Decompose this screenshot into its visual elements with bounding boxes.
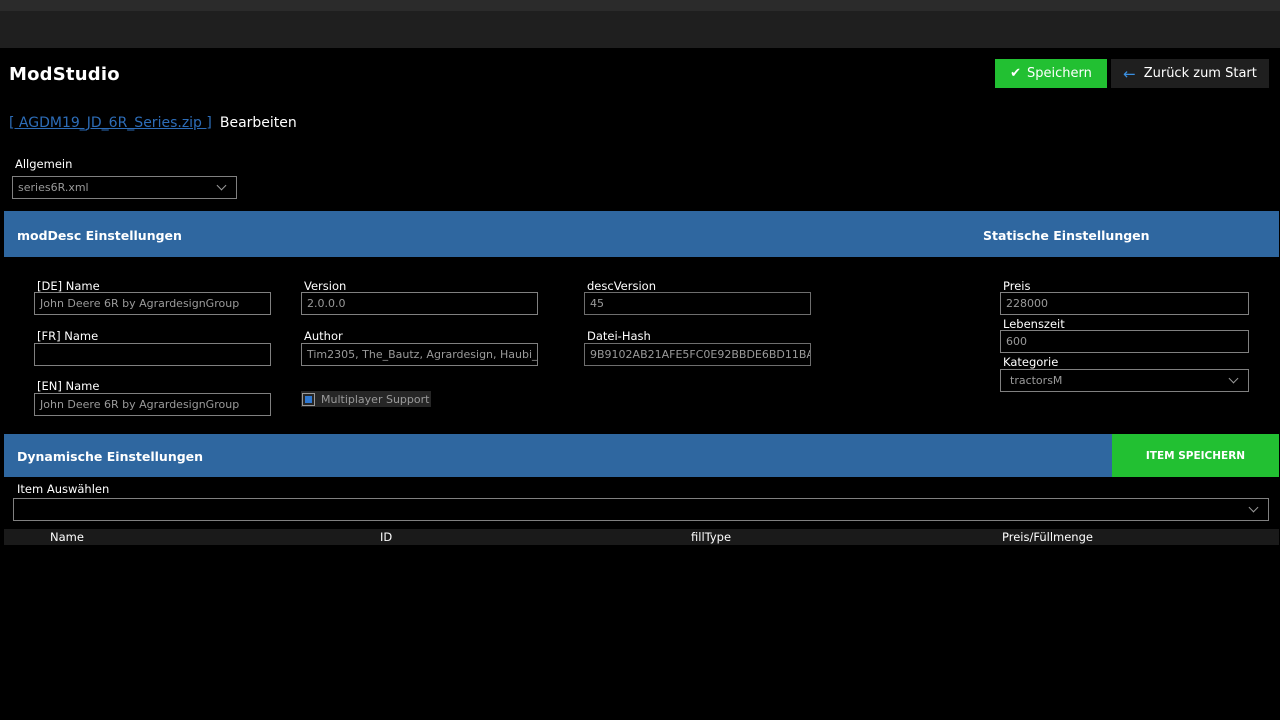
dynamic-section-title: Dynamische Einstellungen: [17, 449, 204, 464]
author-label: Author: [304, 329, 343, 343]
save-button-label: Speichern: [1027, 66, 1092, 81]
category-select-value: tractorsM: [1010, 374, 1063, 387]
multiplayer-support-label: Multiplayer Support: [321, 392, 430, 406]
item-select-label: Item Auswählen: [17, 482, 110, 496]
hash-input[interactable]: 9B9102AB21AFE5FC0E92BBDE6BD11BAF: [584, 343, 811, 366]
save-button[interactable]: ✔ Speichern: [995, 59, 1107, 88]
multiplayer-support-checkbox[interactable]: Multiplayer Support: [301, 391, 431, 407]
name-fr-label: [FR] Name: [37, 329, 99, 343]
xml-file-select-value: series6R.xml: [18, 181, 89, 194]
price-label: Preis: [1003, 279, 1031, 293]
chevron-down-icon: [1228, 373, 1239, 384]
column-header-id[interactable]: ID: [380, 530, 392, 544]
general-label: Allgemein: [15, 157, 73, 171]
chevron-down-icon: [216, 180, 227, 191]
moddesc-section-title: modDesc Einstellungen: [17, 228, 182, 243]
column-header-name[interactable]: Name: [50, 530, 84, 544]
column-header-filltype[interactable]: fillType: [691, 530, 731, 544]
xml-file-select[interactable]: series6R.xml: [12, 176, 237, 199]
arrow-left-icon: ←: [1123, 64, 1136, 83]
name-en-input[interactable]: John Deere 6R by AgrardesignGroup: [34, 393, 271, 416]
back-to-start-button[interactable]: ← Zurück zum Start: [1111, 59, 1269, 88]
breadcrumb-mode: Bearbeiten: [219, 115, 297, 131]
checkbox-box: [302, 392, 315, 406]
breadcrumb-file-link[interactable]: [ AGDM19_JD_6R_Series.zip ]: [9, 115, 212, 131]
category-label: Kategorie: [1003, 355, 1059, 369]
items-table-header: Name ID fillType Preis/Füllmenge: [4, 529, 1279, 545]
lifetime-input[interactable]: 600: [1000, 330, 1249, 353]
category-select[interactable]: tractorsM: [1000, 369, 1249, 392]
lifetime-label: Lebenszeit: [1003, 317, 1065, 331]
descversion-label: descVersion: [587, 279, 656, 293]
name-en-label: [EN] Name: [37, 379, 100, 393]
descversion-input[interactable]: 45: [584, 292, 811, 315]
chevron-down-icon: [1248, 502, 1259, 513]
breadcrumb: [ AGDM19_JD_6R_Series.zip ] Bearbeiten: [9, 115, 297, 131]
checkbox-checked-mark: [305, 395, 312, 403]
name-de-label: [DE] Name: [37, 279, 100, 293]
name-fr-input[interactable]: [34, 343, 271, 366]
version-input[interactable]: 2.0.0.0: [301, 292, 538, 315]
window-title-bar: [0, 11, 1280, 48]
item-save-button[interactable]: ITEM SPEICHERN: [1112, 434, 1279, 477]
name-de-input[interactable]: John Deere 6R by AgrardesignGroup: [34, 292, 271, 315]
static-section-title: Statische Einstellungen: [983, 228, 1150, 243]
author-input[interactable]: Tim2305, The_Bautz, Agrardesign, Haubi_L…: [301, 343, 538, 366]
back-button-label: Zurück zum Start: [1143, 66, 1257, 81]
checkmark-icon: ✔: [1010, 66, 1022, 81]
version-label: Version: [304, 279, 347, 293]
price-input[interactable]: 228000: [1000, 292, 1249, 315]
window-top-strip: [0, 0, 1280, 11]
hash-label: Datei-Hash: [587, 329, 651, 343]
app-title: ModStudio: [9, 64, 120, 85]
column-header-price[interactable]: Preis/Füllmenge: [1002, 530, 1093, 544]
item-select[interactable]: [13, 498, 1269, 521]
